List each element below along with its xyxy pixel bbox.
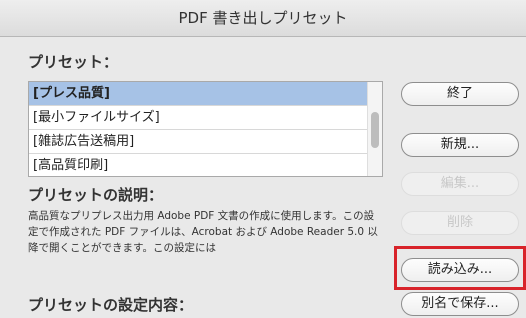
delete-button[interactable]: 削除 (401, 211, 519, 235)
preset-item-smallest-file-size[interactable]: [最小ファイルサイズ] (29, 106, 369, 130)
save-as-button[interactable]: 別名で保存... (401, 292, 519, 316)
presets-label: プリセット： (28, 53, 119, 71)
preset-item-press-quality[interactable]: [プレス品質] (29, 82, 369, 106)
preset-list[interactable]: [プレス品質] [最小ファイルサイズ] [雑誌広告送稿用] [高品質印刷] (28, 81, 383, 177)
pdf-export-presets-dialog: PDF 書き出しプリセット プリセット： [プレス品質] [最小ファイルサイズ]… (0, 0, 526, 318)
description-label: プリセットの説明： (28, 186, 164, 204)
window-title: PDF 書き出しプリセット (0, 0, 526, 37)
preset-description: 高品質なプリプレス出力用 Adobe PDF 文書の作成に使用します。この設定で… (28, 210, 378, 254)
load-button-highlight (394, 246, 526, 290)
preset-list-scrollbar[interactable] (367, 82, 382, 176)
scroll-thumb[interactable] (371, 112, 379, 148)
settings-label: プリセットの設定内容： (28, 296, 194, 314)
new-button[interactable]: 新規... (401, 133, 519, 157)
edit-button[interactable]: 編集... (401, 172, 519, 196)
done-button[interactable]: 終了 (401, 82, 519, 106)
preset-item-high-quality-print[interactable]: [高品質印刷] (29, 154, 369, 176)
preset-item-magazine-ads[interactable]: [雑誌広告送稿用] (29, 130, 369, 154)
